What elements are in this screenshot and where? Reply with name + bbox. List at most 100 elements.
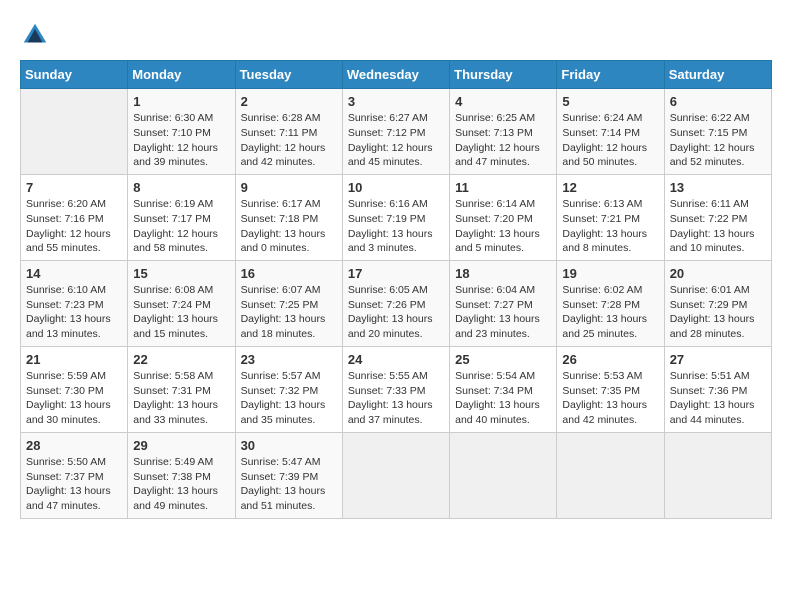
calendar-cell: 14Sunrise: 6:10 AMSunset: 7:23 PMDayligh… xyxy=(21,260,128,346)
cell-daylight: Daylight: 13 hours and 20 minutes. xyxy=(348,312,444,341)
calendar-cell: 2Sunrise: 6:28 AMSunset: 7:11 PMDaylight… xyxy=(235,89,342,175)
calendar-cell: 23Sunrise: 5:57 AMSunset: 7:32 PMDayligh… xyxy=(235,346,342,432)
cell-sunset: Sunset: 7:28 PM xyxy=(562,298,658,313)
cell-sunset: Sunset: 7:38 PM xyxy=(133,470,229,485)
cell-daylight: Daylight: 13 hours and 40 minutes. xyxy=(455,398,551,427)
calendar-cell xyxy=(450,432,557,518)
calendar-week: 7Sunrise: 6:20 AMSunset: 7:16 PMDaylight… xyxy=(21,174,772,260)
cell-sunset: Sunset: 7:19 PM xyxy=(348,212,444,227)
weekday-header: Sunday xyxy=(21,61,128,89)
weekday-header: Monday xyxy=(128,61,235,89)
day-number: 28 xyxy=(26,437,122,455)
cell-sunset: Sunset: 7:29 PM xyxy=(670,298,766,313)
day-number: 2 xyxy=(241,93,337,111)
calendar-cell: 22Sunrise: 5:58 AMSunset: 7:31 PMDayligh… xyxy=(128,346,235,432)
calendar-cell: 18Sunrise: 6:04 AMSunset: 7:27 PMDayligh… xyxy=(450,260,557,346)
day-number: 6 xyxy=(670,93,766,111)
calendar-cell xyxy=(664,432,771,518)
day-number: 16 xyxy=(241,265,337,283)
cell-sunrise: Sunrise: 6:08 AM xyxy=(133,283,229,298)
weekday-header: Thursday xyxy=(450,61,557,89)
calendar-cell: 21Sunrise: 5:59 AMSunset: 7:30 PMDayligh… xyxy=(21,346,128,432)
calendar-cell: 13Sunrise: 6:11 AMSunset: 7:22 PMDayligh… xyxy=(664,174,771,260)
calendar-cell: 25Sunrise: 5:54 AMSunset: 7:34 PMDayligh… xyxy=(450,346,557,432)
cell-sunset: Sunset: 7:16 PM xyxy=(26,212,122,227)
cell-daylight: Daylight: 13 hours and 42 minutes. xyxy=(562,398,658,427)
weekday-header: Wednesday xyxy=(342,61,449,89)
cell-sunrise: Sunrise: 6:02 AM xyxy=(562,283,658,298)
calendar-cell: 8Sunrise: 6:19 AMSunset: 7:17 PMDaylight… xyxy=(128,174,235,260)
cell-sunrise: Sunrise: 6:04 AM xyxy=(455,283,551,298)
cell-sunset: Sunset: 7:32 PM xyxy=(241,384,337,399)
cell-daylight: Daylight: 13 hours and 3 minutes. xyxy=(348,227,444,256)
calendar-header: SundayMondayTuesdayWednesdayThursdayFrid… xyxy=(21,61,772,89)
calendar-cell: 27Sunrise: 5:51 AMSunset: 7:36 PMDayligh… xyxy=(664,346,771,432)
cell-sunset: Sunset: 7:12 PM xyxy=(348,126,444,141)
cell-sunset: Sunset: 7:25 PM xyxy=(241,298,337,313)
day-number: 10 xyxy=(348,179,444,197)
cell-sunrise: Sunrise: 6:19 AM xyxy=(133,197,229,212)
day-number: 21 xyxy=(26,351,122,369)
cell-daylight: Daylight: 13 hours and 15 minutes. xyxy=(133,312,229,341)
calendar-cell: 3Sunrise: 6:27 AMSunset: 7:12 PMDaylight… xyxy=(342,89,449,175)
calendar-cell xyxy=(342,432,449,518)
cell-sunset: Sunset: 7:20 PM xyxy=(455,212,551,227)
cell-sunrise: Sunrise: 5:53 AM xyxy=(562,369,658,384)
calendar-week: 1Sunrise: 6:30 AMSunset: 7:10 PMDaylight… xyxy=(21,89,772,175)
cell-sunrise: Sunrise: 6:13 AM xyxy=(562,197,658,212)
calendar-cell: 11Sunrise: 6:14 AMSunset: 7:20 PMDayligh… xyxy=(450,174,557,260)
calendar-week: 14Sunrise: 6:10 AMSunset: 7:23 PMDayligh… xyxy=(21,260,772,346)
cell-daylight: Daylight: 13 hours and 23 minutes. xyxy=(455,312,551,341)
calendar-week: 21Sunrise: 5:59 AMSunset: 7:30 PM Dayligh… xyxy=(21,346,772,432)
cell-daylight: Daylight: 13 hours and 28 minutes. xyxy=(670,312,766,341)
calendar-table: SundayMondayTuesdayWednesdayThursdayFrid… xyxy=(20,60,772,519)
weekday-header: Saturday xyxy=(664,61,771,89)
cell-sunrise: Sunrise: 6:22 AM xyxy=(670,111,766,126)
cell-daylight: Daylight: 12 hours and 47 minutes. xyxy=(455,141,551,170)
cell-sunset: Sunset: 7:22 PM xyxy=(670,212,766,227)
cell-daylight: Daylight: 12 hours and 45 minutes. xyxy=(348,141,444,170)
calendar-cell: 10Sunrise: 6:16 AMSunset: 7:19 PMDayligh… xyxy=(342,174,449,260)
cell-daylight: Daylight: 13 hours and 8 minutes. xyxy=(562,227,658,256)
cell-sunrise: Sunrise: 5:57 AM xyxy=(241,369,337,384)
cell-sunset: Sunset: 7:27 PM xyxy=(455,298,551,313)
calendar-cell xyxy=(557,432,664,518)
cell-sunrise: Sunrise: 6:07 AM xyxy=(241,283,337,298)
cell-sunset: Sunset: 7:35 PM xyxy=(562,384,658,399)
calendar-cell: 4Sunrise: 6:25 AMSunset: 7:13 PMDaylight… xyxy=(450,89,557,175)
day-number: 1 xyxy=(133,93,229,111)
cell-sunset: Sunset: 7:18 PM xyxy=(241,212,337,227)
calendar-cell: 17Sunrise: 6:05 AMSunset: 7:26 PMDayligh… xyxy=(342,260,449,346)
page-header xyxy=(20,20,772,50)
calendar-cell: 1Sunrise: 6:30 AMSunset: 7:10 PMDaylight… xyxy=(128,89,235,175)
cell-daylight: Daylight: 13 hours and 47 minutes. xyxy=(26,484,122,513)
cell-sunset: Sunset: 7:39 PM xyxy=(241,470,337,485)
calendar-cell: 15Sunrise: 6:08 AMSunset: 7:24 PMDayligh… xyxy=(128,260,235,346)
day-number: 27 xyxy=(670,351,766,369)
cell-sunrise: Sunrise: 6:24 AM xyxy=(562,111,658,126)
cell-daylight: Daylight: 12 hours and 39 minutes. xyxy=(133,141,229,170)
cell-sunrise: Sunrise: 6:27 AM xyxy=(348,111,444,126)
cell-daylight: Daylight: 13 hours and 35 minutes. xyxy=(241,398,337,427)
cell-sunrise: Sunrise: 5:50 AM xyxy=(26,455,122,470)
cell-sunset: Sunset: 7:23 PM xyxy=(26,298,122,313)
cell-sunrise: Sunrise: 6:05 AM xyxy=(348,283,444,298)
cell-sunset: Sunset: 7:30 PM xyxy=(26,384,122,399)
calendar-cell: 28Sunrise: 5:50 AMSunset: 7:37 PMDayligh… xyxy=(21,432,128,518)
cell-sunrise: Sunrise: 6:20 AM xyxy=(26,197,122,212)
day-number: 11 xyxy=(455,179,551,197)
calendar-body: 1Sunrise: 6:30 AMSunset: 7:10 PMDaylight… xyxy=(21,89,772,519)
day-number: 3 xyxy=(348,93,444,111)
weekday-header: Tuesday xyxy=(235,61,342,89)
cell-sunrise: Sunrise: 6:16 AM xyxy=(348,197,444,212)
cell-sunrise: Sunrise: 5:47 AM xyxy=(241,455,337,470)
calendar-cell: 5Sunrise: 6:24 AMSunset: 7:14 PMDaylight… xyxy=(557,89,664,175)
calendar-cell: 6Sunrise: 6:22 AMSunset: 7:15 PMDaylight… xyxy=(664,89,771,175)
day-number: 23 xyxy=(241,351,337,369)
calendar-cell: 24Sunrise: 5:55 AMSunset: 7:33 PMDayligh… xyxy=(342,346,449,432)
day-number: 5 xyxy=(562,93,658,111)
cell-sunrise: Sunrise: 6:28 AM xyxy=(241,111,337,126)
cell-sunset: Sunset: 7:17 PM xyxy=(133,212,229,227)
cell-sunrise: Sunrise: 5:59 AM xyxy=(26,369,122,384)
day-number: 29 xyxy=(133,437,229,455)
